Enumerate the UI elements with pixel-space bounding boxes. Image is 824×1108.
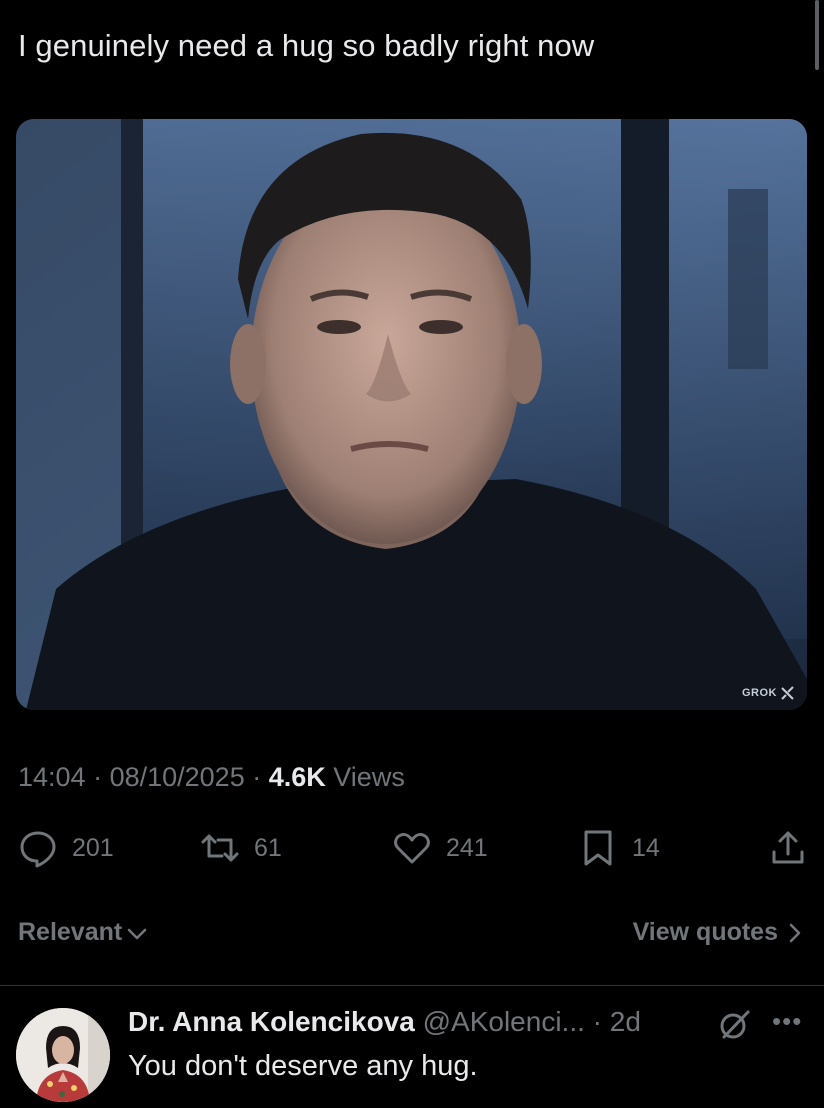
views-label: Views <box>333 762 405 792</box>
reply-author-name[interactable]: Dr. Anna Kolencikova <box>128 1006 415 1037</box>
reply-button[interactable]: 201 <box>18 828 114 868</box>
tweet-meta: 14:04 · 08/10/2025 · 4.6K Views <box>18 762 405 793</box>
sort-relevant-label: Relevant <box>18 918 123 946</box>
chevron-down-icon <box>127 928 147 939</box>
reply-icon <box>20 831 56 868</box>
avatar[interactable] <box>16 1008 110 1102</box>
like-count: 241 <box>446 833 488 862</box>
portrait-photo <box>16 119 807 710</box>
watermark-text: GROK <box>742 687 777 699</box>
reply-text: You don't deserve any hug. <box>128 1050 478 1082</box>
tweet-date[interactable]: 08/10/2025 <box>110 762 245 792</box>
reply-count: 201 <box>72 833 114 862</box>
reply-header: Dr. Anna Kolencikova @AKolenci... · 2d <box>128 1006 641 1038</box>
chevron-right-icon <box>789 923 801 942</box>
repost-count: 61 <box>254 833 282 862</box>
reply-item[interactable]: Dr. Anna Kolencikova @AKolenci... · 2d •… <box>0 986 824 1108</box>
view-quotes-label: View quotes <box>632 918 778 946</box>
replies-sort-bar: Relevant View quotes <box>18 918 804 958</box>
grok-watermark: GROK <box>742 686 795 700</box>
like-icon <box>394 833 430 864</box>
sort-relevant-dropdown[interactable]: Relevant <box>18 918 148 947</box>
share-button[interactable] <box>768 828 808 868</box>
reply-age[interactable]: 2d <box>610 1006 641 1037</box>
repost-icon <box>201 834 239 862</box>
tweet-text: I genuinely need a hug so badly right no… <box>18 28 595 63</box>
grok-icon[interactable] <box>718 1008 752 1042</box>
grok-logo-icon <box>781 686 794 700</box>
view-quotes-link[interactable]: View quotes <box>633 918 804 947</box>
bookmark-button[interactable]: 14 <box>578 828 660 868</box>
like-button[interactable]: 241 <box>392 828 488 868</box>
more-icon[interactable]: ••• <box>772 1006 802 1037</box>
share-icon <box>772 831 804 864</box>
bookmark-icon <box>584 830 612 866</box>
meta-separator: · <box>584 1006 610 1037</box>
meta-separator: · <box>244 762 269 792</box>
meta-separator: · <box>85 762 110 792</box>
bookmark-count: 14 <box>632 833 660 862</box>
action-bar: 201 61 241 14 <box>18 828 808 876</box>
reply-author-handle[interactable]: @AKolenci... <box>423 1006 585 1037</box>
scrollbar[interactable] <box>815 0 819 70</box>
tweet-image[interactable]: GROK <box>16 119 807 710</box>
repost-button[interactable]: 61 <box>200 828 282 868</box>
avatar-photo <box>16 1008 110 1102</box>
views-count[interactable]: 4.6K <box>269 762 326 792</box>
tweet-time[interactable]: 14:04 <box>18 762 86 792</box>
